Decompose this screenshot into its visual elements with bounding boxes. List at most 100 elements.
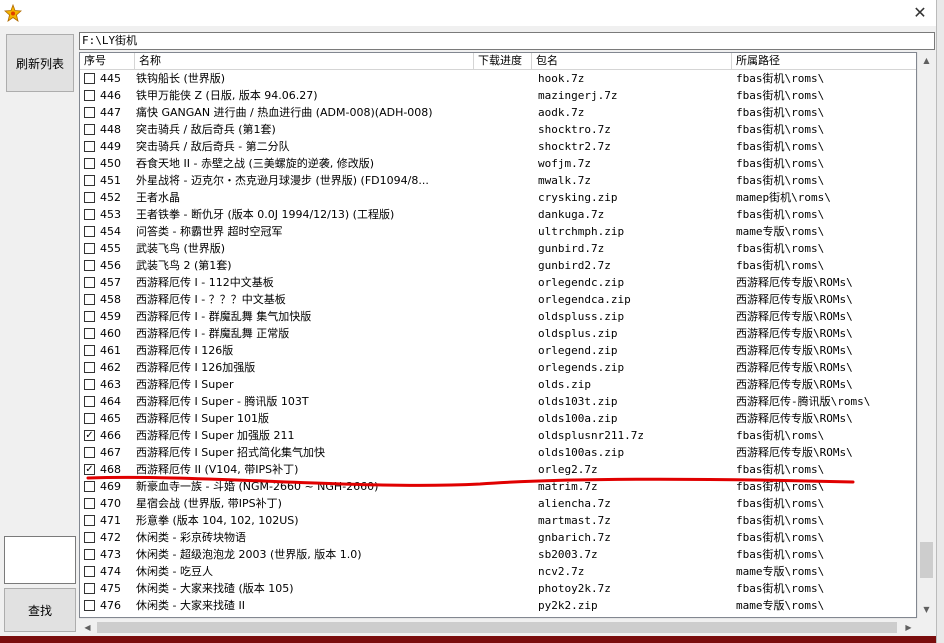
row-checkbox[interactable] <box>84 362 95 373</box>
left-panel: 刷新列表 查找 <box>0 26 78 643</box>
table-row[interactable]: 455 武装飞鸟 (世界版) gunbird.7z fbas街机\roms\ <box>80 240 916 257</box>
row-package: hook.7z <box>538 72 585 85</box>
scroll-up-icon[interactable]: ▲ <box>918 52 935 69</box>
row-name: 西游释厄传 I - 群魔乱舞 正常版 <box>136 327 290 340</box>
table-row[interactable]: 476 休闲类 - 大家来找碴 II py2k2.zip mame专版\roms\ <box>80 597 916 614</box>
row-package: photoy2k.7z <box>538 582 611 595</box>
row-checkbox[interactable] <box>84 209 95 220</box>
horizontal-scrollbar[interactable]: ◀ ▶ <box>79 618 917 635</box>
row-checkbox[interactable] <box>84 379 95 390</box>
row-checkbox[interactable] <box>84 141 95 152</box>
table-row[interactable]: 464 西游释厄传 I Super - 腾讯版 103T olds103t.zip 西… <box>80 393 916 410</box>
row-checkbox[interactable]: ✓ <box>84 430 95 441</box>
row-package: shocktr2.7z <box>538 140 611 153</box>
close-button[interactable]: ✕ <box>910 3 930 23</box>
row-name: 突击骑兵 / 敌后奇兵 - 第二分队 <box>136 140 290 153</box>
table-row[interactable]: 475 休闲类 - 大家来找碴 (版本 105) photoy2k.7z fbas街机… <box>80 580 916 597</box>
table-row[interactable]: 470 星宿会战 (世界版, 带IPS补丁) aliencha.7z fbas街机\r… <box>80 495 916 512</box>
table-row[interactable]: 463 西游释厄传 I Super olds.zip 西游释厄传专版\ROMs\ <box>80 376 916 393</box>
table-row[interactable]: 472 休闲类 - 彩京砖块物语 gnbarich.7z fbas街机\roms\ <box>80 529 916 546</box>
row-path: fbas街机\roms\ <box>736 259 825 272</box>
row-checkbox[interactable] <box>84 158 95 169</box>
row-number: 466 <box>100 429 121 442</box>
vertical-scrollbar[interactable]: ▲ ▼ <box>917 52 934 618</box>
row-checkbox[interactable] <box>84 260 95 271</box>
row-checkbox[interactable] <box>84 294 95 305</box>
path-input[interactable]: F:\LY街机 <box>79 32 935 50</box>
row-checkbox[interactable] <box>84 549 95 560</box>
table-row[interactable]: 446 铁甲万能侠 Z (日版, 版本 94.06.27) mazingerj.7z… <box>80 87 916 104</box>
table-row[interactable]: 467 西游释厄传 I Super 招式简化集气加快 olds100as.zip 西游… <box>80 444 916 461</box>
row-checkbox[interactable] <box>84 243 95 254</box>
table-row[interactable]: 458 西游释厄传 I - ？？？中文基板 orlegendca.zip 西游释厄传专… <box>80 291 916 308</box>
table-row[interactable]: 450 吞食天地 II - 赤壁之战 (三美螺旋的逆袭, 修改版) wofjm.7z… <box>80 155 916 172</box>
table-row[interactable]: 451 外星战将 - 迈克尔・杰克逊月球漫步 (世界版) (FD1094/8...… <box>80 172 916 189</box>
row-number: 471 <box>100 514 121 527</box>
table-row[interactable]: 447 痛快 GANGAN 进行曲 / 热血进行曲 (ADM-008)(ADH-0… <box>80 104 916 121</box>
row-checkbox[interactable] <box>84 107 95 118</box>
refresh-list-button[interactable]: 刷新列表 <box>6 34 74 92</box>
table-row[interactable]: 456 武装飞鸟 2 (第1套) gunbird2.7z fbas街机\roms\ <box>80 257 916 274</box>
rom-list[interactable]: 序号 名称 下载进度 包名 所属路径 445 铁钩船长 (世界版) hook.7z f… <box>79 52 917 618</box>
row-checkbox[interactable] <box>84 192 95 203</box>
table-row[interactable]: 471 形意拳 (版本 104, 102, 102US) martmast.7z fb… <box>80 512 916 529</box>
row-checkbox[interactable] <box>84 600 95 611</box>
row-checkbox[interactable] <box>84 277 95 288</box>
table-row[interactable]: 461 西游释厄传 I 126版 orlegend.zip 西游释厄传专版\ROMs\ <box>80 342 916 359</box>
table-row[interactable]: 474 休闲类 - 吃豆人 ncv2.7z mame专版\roms\ <box>80 563 916 580</box>
row-checkbox[interactable] <box>84 73 95 84</box>
row-checkbox[interactable] <box>84 345 95 356</box>
column-header-number[interactable]: 序号 <box>80 53 135 70</box>
row-path: fbas街机\roms\ <box>736 174 825 187</box>
row-checkbox[interactable] <box>84 481 95 492</box>
column-header-package[interactable]: 包名 <box>532 53 732 70</box>
table-row[interactable]: ✓ 468 西游释厄传 II (V104, 带IPS补丁) orleg2.7z fbas… <box>80 461 916 478</box>
row-package: orlegends.zip <box>538 361 625 374</box>
row-package: matrim.7z <box>538 480 598 493</box>
row-package: sb2003.7z <box>538 548 598 561</box>
table-row[interactable]: 473 休闲类 - 超级泡泡龙 2003 (世界版, 版本 1.0) sb2003.… <box>80 546 916 563</box>
row-checkbox[interactable] <box>84 583 95 594</box>
table-row[interactable]: 462 西游释厄传 I 126加强版 orlegends.zip 西游释厄传专版\RO… <box>80 359 916 376</box>
side-text-box[interactable] <box>4 536 76 584</box>
table-row[interactable]: 460 西游释厄传 I - 群魔乱舞 正常版 oldsplus.zip 西游释厄传专版… <box>80 325 916 342</box>
row-checkbox[interactable] <box>84 328 95 339</box>
table-row[interactable]: 448 突击骑兵 / 敌后奇兵 (第1套) shocktro.7z fbas街机\ro… <box>80 121 916 138</box>
column-header-path[interactable]: 所属路径 <box>732 53 916 70</box>
scroll-right-icon[interactable]: ▶ <box>900 619 917 636</box>
row-number: 468 <box>100 463 121 476</box>
row-checkbox[interactable] <box>84 413 95 424</box>
horizontal-scroll-thumb[interactable] <box>97 622 897 633</box>
row-checkbox[interactable] <box>84 90 95 101</box>
scroll-left-icon[interactable]: ◀ <box>79 619 96 636</box>
scroll-down-icon[interactable]: ▼ <box>918 601 935 618</box>
row-checkbox[interactable] <box>84 515 95 526</box>
table-row[interactable]: ✓ 466 西游释厄传 I Super 加强版 211 oldsplusnr211.7… <box>80 427 916 444</box>
table-row[interactable]: 459 西游释厄传 I - 群魔乱舞 集气加快版 oldspluss.zip 西游释厄… <box>80 308 916 325</box>
table-row[interactable]: 453 王者铁拳 - 断仇牙 (版本 0.0J 1994/12/13) (工程版)… <box>80 206 916 223</box>
column-header-progress[interactable]: 下载进度 <box>474 53 532 70</box>
search-button[interactable]: 查找 <box>4 588 76 632</box>
row-checkbox[interactable] <box>84 396 95 407</box>
row-checkbox[interactable] <box>84 311 95 322</box>
table-row[interactable]: 449 突击骑兵 / 敌后奇兵 - 第二分队 shocktr2.7z fbas街机\r… <box>80 138 916 155</box>
table-row[interactable]: 445 铁钩船长 (世界版) hook.7z fbas街机\roms\ <box>80 70 916 87</box>
row-checkbox[interactable] <box>84 175 95 186</box>
row-checkbox[interactable] <box>84 124 95 135</box>
row-checkbox[interactable] <box>84 226 95 237</box>
row-checkbox[interactable]: ✓ <box>84 464 95 475</box>
table-row[interactable]: 452 王者水晶 crysking.zip mamep街机\roms\ <box>80 189 916 206</box>
row-checkbox[interactable] <box>84 498 95 509</box>
row-checkbox[interactable] <box>84 532 95 543</box>
table-row[interactable]: 469 新豪血寺一族 - 斗婚 (NGM-2660 ~ NGH-2660) matr… <box>80 478 916 495</box>
vertical-scroll-thumb[interactable] <box>920 542 933 578</box>
row-name: 王者水晶 <box>136 191 180 204</box>
table-row[interactable]: 457 西游释厄传 I - 112中文基板 orlegendc.zip 西游释厄传专版… <box>80 274 916 291</box>
row-number: 467 <box>100 446 121 459</box>
table-row[interactable]: 465 西游释厄传 I Super 101版 olds100a.zip 西游释厄传专版… <box>80 410 916 427</box>
row-checkbox[interactable] <box>84 566 95 577</box>
column-header-name[interactable]: 名称 <box>135 53 474 70</box>
row-checkbox[interactable] <box>84 447 95 458</box>
table-row[interactable]: 454 问答类 - 称霸世界 超时空冠军 ultrchmph.zip mame专版\r… <box>80 223 916 240</box>
row-path: fbas街机\roms\ <box>736 480 825 493</box>
